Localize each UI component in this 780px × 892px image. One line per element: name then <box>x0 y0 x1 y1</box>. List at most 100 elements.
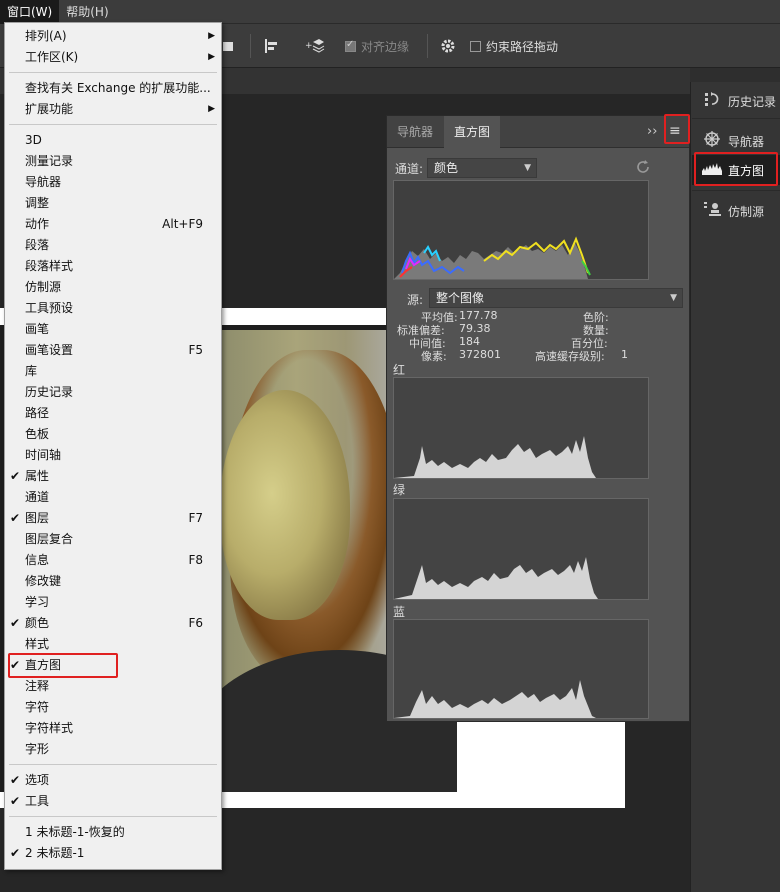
right-dock <box>690 68 780 892</box>
dock-grip[interactable] <box>690 68 780 82</box>
menu-item-label: 色板 <box>25 427 50 441</box>
blue-histogram <box>393 619 649 719</box>
menu-item-label: 段落 <box>25 238 50 252</box>
menu-item-label: 导航器 <box>25 175 62 189</box>
menu-item[interactable]: 修改键 <box>5 571 221 592</box>
menu-item-label: 字符 <box>25 700 50 714</box>
menu-item[interactable]: ✔ 颜色 F6 <box>5 613 221 634</box>
menu-bar: 窗口(W) 帮助(H) <box>0 0 780 24</box>
tab-histogram[interactable]: 直方图 <box>444 116 501 148</box>
channel-select[interactable]: 颜色 ▼ <box>427 158 537 178</box>
menu-item[interactable]: 画笔设置 F5 <box>5 340 221 361</box>
menu-item[interactable]: 排列(A) ▶ <box>5 26 221 47</box>
tab-navigator[interactable]: 导航器 <box>387 116 443 148</box>
menu-item[interactable]: 样式 <box>5 634 221 655</box>
dock-item-clone-source[interactable]: 仿制源 <box>692 196 780 226</box>
menu-item-label: 测量记录 <box>25 154 74 168</box>
source-select[interactable]: 整个图像 ▼ <box>429 288 683 308</box>
expand-icon[interactable]: ›› <box>647 124 657 139</box>
menu-item[interactable]: 注释 <box>5 676 221 697</box>
dock-item-label: 历史记录 <box>728 94 777 109</box>
menu-item[interactable]: 库 <box>5 361 221 382</box>
gear-icon[interactable] <box>440 24 456 68</box>
menu-item-label: 修改键 <box>25 574 62 588</box>
menu-item-shortcut: F5 <box>188 343 203 357</box>
align-edges-check[interactable] <box>345 39 356 52</box>
menu-item-label: 调整 <box>25 196 50 210</box>
menu-item[interactable]: ✔ 图层 F7 <box>5 508 221 529</box>
separator <box>692 118 780 119</box>
separator <box>692 190 780 191</box>
checkmark-icon: ✔ <box>10 794 21 808</box>
menu-item[interactable]: ✔ 属性 <box>5 466 221 487</box>
menu-item-label: 3D <box>25 133 42 147</box>
mean-value: 177.78 <box>459 309 498 322</box>
submenu-arrow-icon: ▶ <box>208 52 215 62</box>
menu-item[interactable]: 字符 <box>5 697 221 718</box>
clone-source-icon <box>702 201 722 221</box>
dock-item-history[interactable]: 历史记录 <box>692 86 780 116</box>
menu-item[interactable]: 历史记录 <box>5 382 221 403</box>
menu-item[interactable]: 段落样式 <box>5 256 221 277</box>
menu-item[interactable]: 仿制源 <box>5 277 221 298</box>
menu-item[interactable]: 时间轴 <box>5 445 221 466</box>
menu-item[interactable]: 查找有关 Exchange 的扩展功能... <box>5 78 221 99</box>
menu-item-shortcut: F6 <box>188 616 203 630</box>
photoshop-window: { "menubar": { "items": ["窗口(W)", "帮助(H)… <box>0 0 780 892</box>
menu-item-label: 2 未标题-1 <box>25 846 85 860</box>
highlight-box-menu-histogram <box>8 653 118 678</box>
align-edges-checkbox[interactable]: 对齐边缘 <box>345 24 409 68</box>
path-op-icon[interactable] <box>222 24 236 68</box>
menu-item-label: 信息 <box>25 553 50 567</box>
menu-item[interactable]: 工作区(K) ▶ <box>5 47 221 68</box>
menu-item[interactable]: 动作 Alt+F9 <box>5 214 221 235</box>
menu-item[interactable]: ✔ 选项 <box>5 770 221 791</box>
menu-item[interactable]: 图层复合 <box>5 529 221 550</box>
menu-item[interactable]: 路径 <box>5 403 221 424</box>
window-menu-dropdown: 排列(A) ▶ 工作区(K) ▶ 查找有关 Exchange 的扩展功能... 扩展功能 ▶… <box>4 22 222 870</box>
photo-face <box>220 390 350 620</box>
menu-item[interactable]: ✔ 2 未标题-1 <box>5 843 221 864</box>
median-value: 184 <box>459 335 480 348</box>
source-label: 源: <box>407 293 424 307</box>
checkmark-icon: ✔ <box>10 616 21 630</box>
menu-item[interactable]: 信息 F8 <box>5 550 221 571</box>
menu-item[interactable]: 段落 <box>5 235 221 256</box>
menu-help[interactable]: 帮助(H) <box>59 0 115 24</box>
panel-tab-bar: 导航器 直方图 ›› ≡ <box>387 116 689 148</box>
refresh-icon[interactable] <box>635 159 651 178</box>
menu-item[interactable]: 3D <box>5 130 221 151</box>
menu-item[interactable]: 导航器 <box>5 172 221 193</box>
menu-item-label: 动作 <box>25 217 50 231</box>
submenu-arrow-icon: ▶ <box>208 104 215 114</box>
menu-item-label: 学习 <box>25 595 50 609</box>
menu-item[interactable]: 学习 <box>5 592 221 613</box>
menu-item[interactable]: 扩展功能 ▶ <box>5 99 221 120</box>
menu-item[interactable]: 调整 <box>5 193 221 214</box>
menu-item-shortcut: F8 <box>188 553 203 567</box>
menu-window[interactable]: 窗口(W) <box>0 0 60 24</box>
highlight-box-dock-histogram <box>694 152 778 186</box>
blue-channel-label: 蓝 <box>393 605 406 619</box>
path-align-icon[interactable] <box>264 24 280 68</box>
menu-item[interactable]: 通道 <box>5 487 221 508</box>
menu-item[interactable]: ✔ 工具 <box>5 791 221 812</box>
menu-item[interactable]: 测量记录 <box>5 151 221 172</box>
checkmark-icon: ✔ <box>10 773 21 787</box>
menu-item[interactable]: 工具预设 <box>5 298 221 319</box>
constrain-path-check[interactable] <box>470 40 481 52</box>
constrain-path-checkbox[interactable]: 约束路径拖动 <box>470 24 558 68</box>
menu-item[interactable]: 字符样式 <box>5 718 221 739</box>
menu-item[interactable]: 字形 <box>5 739 221 760</box>
cache-level-label: 高速缓存级别: <box>535 350 605 363</box>
menu-item[interactable]: 画笔 <box>5 319 221 340</box>
separator <box>250 34 251 58</box>
checkmark-icon: ✔ <box>10 846 21 860</box>
pixels-value: 372801 <box>459 348 501 361</box>
menu-item[interactable]: 色板 <box>5 424 221 445</box>
path-arrange-icon[interactable]: + <box>305 24 325 68</box>
align-edges-label: 对齐边缘 <box>361 39 410 54</box>
channel-label: 通道: <box>395 162 424 176</box>
submenu-arrow-icon: ▶ <box>208 31 215 41</box>
menu-item[interactable]: 1 未标题-1-恢复的 <box>5 822 221 843</box>
